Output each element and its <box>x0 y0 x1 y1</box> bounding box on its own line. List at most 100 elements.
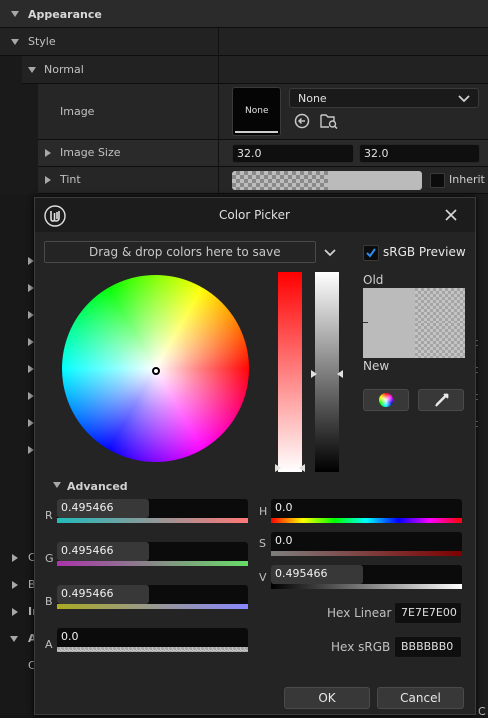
hex-srgb-input[interactable]: BBBBBB0 <box>394 636 462 658</box>
old-new-divider <box>363 322 368 323</box>
image-label: Image <box>60 105 95 118</box>
v-label: V <box>259 571 267 584</box>
g-gradient <box>57 561 248 566</box>
srgb-preview-label: sRGB Preview <box>383 245 466 259</box>
image-size-row[interactable]: Image Size 32.0 32.0 <box>0 140 488 167</box>
saturation-handle-icon[interactable] <box>275 464 305 472</box>
value-handle-icon[interactable] <box>311 370 343 378</box>
style-row[interactable]: Style <box>0 28 488 56</box>
browse-asset-icon[interactable] <box>320 113 338 129</box>
indent-bar <box>0 167 38 194</box>
color-wheel-mode-button[interactable] <box>363 389 409 411</box>
column-divider <box>218 140 219 167</box>
drop-zone-text: Drag & drop colors here to save <box>89 245 281 259</box>
collapse-arrow-icon[interactable] <box>11 11 19 17</box>
normal-row[interactable]: Normal <box>0 56 488 84</box>
inherit-checkbox[interactable] <box>430 173 445 188</box>
g-label: G <box>45 552 54 565</box>
g-slider[interactable]: 0.495466 <box>57 542 248 561</box>
color-picker-window: Color Picker Drag & drop colors here to … <box>34 197 476 715</box>
v-value: 0.495466 <box>275 567 328 580</box>
image-size-y-input[interactable]: 32.0 <box>359 144 480 163</box>
b-label: B <box>45 595 53 608</box>
s-slider[interactable]: 0.0 <box>271 532 462 551</box>
column-divider <box>218 84 219 140</box>
collapse-arrow-icon[interactable] <box>53 482 61 488</box>
thumbnail-underline <box>235 131 278 133</box>
close-icon[interactable] <box>445 209 457 221</box>
tint-color-swatch[interactable] <box>232 171 328 190</box>
v-gradient <box>271 584 462 589</box>
eyedropper-button[interactable] <box>418 389 464 411</box>
b-value: 0.495466 <box>61 587 114 600</box>
r-gradient <box>57 518 248 523</box>
a-slider[interactable]: 0.0 <box>57 628 248 647</box>
expand-arrow-icon[interactable] <box>45 176 51 184</box>
tint-label: Tint <box>60 173 81 186</box>
column-divider <box>218 28 219 56</box>
s-gradient <box>271 551 462 556</box>
use-selected-asset-icon[interactable] <box>294 113 310 129</box>
h-gradient <box>271 518 462 523</box>
old-alpha-preview <box>415 288 465 323</box>
inherit-label: Inherit <box>449 173 485 186</box>
new-label: New <box>363 359 390 373</box>
chevron-down-icon <box>458 95 470 103</box>
window-title: Color Picker <box>219 208 290 222</box>
unreal-logo-icon <box>44 205 66 227</box>
r-value: 0.495466 <box>61 501 114 514</box>
h-slider[interactable]: 0.0 <box>271 499 462 518</box>
advanced-label: Advanced <box>67 480 128 493</box>
normal-label: Normal <box>44 63 84 76</box>
collapse-arrow-icon[interactable] <box>11 39 19 45</box>
srgb-preview-checkbox[interactable] <box>363 245 379 261</box>
column-divider <box>218 56 219 84</box>
hex-linear-label: Hex Linear <box>327 606 392 620</box>
a-label: A <box>45 638 53 651</box>
appearance-label: Appearance <box>28 8 102 21</box>
h-value: 0.0 <box>275 501 293 514</box>
expand-arrow-icon <box>12 608 18 616</box>
new-alpha-preview <box>415 323 465 358</box>
hex-linear-input[interactable]: 7E7E7E00 <box>394 602 462 624</box>
r-label: R <box>45 509 53 522</box>
image-row: Image None None <box>0 84 488 140</box>
a-gradient <box>57 647 248 652</box>
tint-row[interactable]: Tint Inherit <box>0 167 488 194</box>
cancel-button[interactable]: Cancel <box>377 687 464 709</box>
title-bar[interactable]: Color Picker <box>35 198 475 232</box>
color-drop-zone[interactable]: Drag & drop colors here to save <box>44 241 316 263</box>
image-dropdown-value: None <box>298 92 327 105</box>
style-label: Style <box>28 35 56 48</box>
appearance-header[interactable]: Appearance <box>0 0 488 28</box>
expand-arrow-icon[interactable] <box>45 149 51 157</box>
column-divider <box>218 167 219 194</box>
image-thumbnail[interactable]: None <box>232 87 281 136</box>
b-slider[interactable]: 0.495466 <box>57 585 248 604</box>
a-value: 0.0 <box>61 630 79 643</box>
right-edge-text: C <box>478 705 486 718</box>
collapse-arrow-icon[interactable] <box>28 67 36 73</box>
eyedropper-icon <box>435 393 449 407</box>
tint-color-solid[interactable] <box>328 171 422 190</box>
r-slider[interactable]: 0.495466 <box>57 499 248 518</box>
wheel-selector-marker[interactable] <box>152 367 160 375</box>
old-color-preview <box>363 288 415 323</box>
indent-bar <box>0 84 38 140</box>
expand-arrow-icon <box>12 581 18 589</box>
checkmark-icon <box>366 248 376 258</box>
expand-arrow-icon <box>12 554 18 562</box>
s-label: S <box>259 537 266 550</box>
image-asset-dropdown[interactable]: None <box>289 88 479 108</box>
chevron-down-icon[interactable] <box>324 248 336 258</box>
color-wheel-icon <box>379 393 393 407</box>
v-slider[interactable]: 0.495466 <box>271 565 462 584</box>
b-gradient <box>57 604 248 609</box>
saturation-slider[interactable] <box>278 272 302 472</box>
image-size-x-input[interactable]: 32.0 <box>232 144 354 163</box>
old-label: Old <box>363 273 384 287</box>
indent-bar <box>0 56 22 84</box>
g-value: 0.495466 <box>61 544 114 557</box>
ok-button[interactable]: OK <box>284 687 370 709</box>
thumbnail-text: None <box>245 106 269 116</box>
